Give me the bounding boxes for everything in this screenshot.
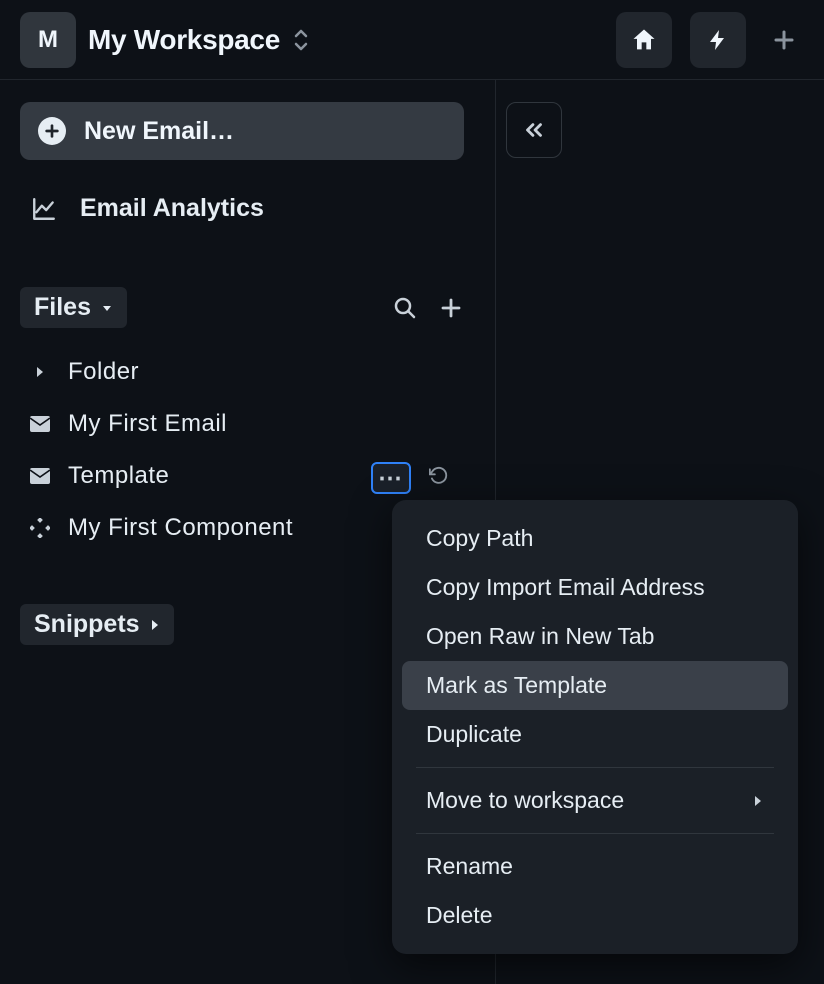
file-item-label: Folder	[68, 358, 139, 386]
collapse-sidebar-button[interactable]	[506, 102, 562, 158]
search-icon	[393, 296, 417, 320]
home-icon	[630, 26, 658, 54]
files-toggle[interactable]: Files	[20, 287, 127, 328]
files-label: Files	[34, 293, 91, 322]
add-button[interactable]	[764, 20, 804, 60]
plus-icon	[439, 296, 463, 320]
analytics-label: Email Analytics	[80, 194, 264, 223]
snippets-toggle[interactable]: Snippets	[20, 604, 174, 645]
ctx-label: Open Raw in New Tab	[426, 623, 654, 650]
topbar: M My Workspace	[0, 0, 824, 80]
workspace-name: My Workspace	[88, 24, 280, 56]
file-item-label: My First Email	[68, 410, 227, 438]
file-item-label: Template	[68, 462, 169, 490]
caret-down-icon	[101, 302, 113, 314]
files-header: Files	[20, 287, 475, 328]
workspace-badge: M	[20, 12, 76, 68]
caret-right-icon	[752, 794, 764, 808]
ctx-label: Delete	[426, 902, 492, 929]
file-item-label: My First Component	[68, 514, 293, 542]
ctx-label: Copy Path	[426, 525, 533, 552]
ctx-label: Mark as Template	[426, 672, 607, 699]
chevron-double-left-icon	[521, 117, 547, 143]
analytics-icon	[30, 196, 58, 222]
topbar-actions	[616, 12, 804, 68]
plus-circle-icon	[38, 117, 66, 145]
ctx-separator	[416, 767, 774, 768]
ctx-copy-import-email[interactable]: Copy Import Email Address	[402, 563, 788, 612]
ctx-delete[interactable]: Delete	[402, 891, 788, 940]
ctx-duplicate[interactable]: Duplicate	[402, 710, 788, 759]
caret-right-icon	[28, 365, 52, 379]
email-analytics-nav[interactable]: Email Analytics	[20, 180, 475, 237]
ctx-mark-as-template[interactable]: Mark as Template	[402, 661, 788, 710]
ellipsis-icon: ⋯	[378, 464, 404, 493]
files-search-button[interactable]	[393, 296, 417, 320]
file-item-template[interactable]: Template ⋯	[20, 450, 475, 502]
files-actions	[393, 296, 463, 320]
ctx-label: Copy Import Email Address	[426, 574, 705, 601]
file-item-email[interactable]: My First Email	[20, 398, 475, 450]
ctx-open-raw[interactable]: Open Raw in New Tab	[402, 612, 788, 661]
ctx-copy-path[interactable]: Copy Path	[402, 514, 788, 563]
email-icon	[28, 416, 52, 432]
refresh-icon[interactable]	[429, 466, 449, 486]
new-email-label: New Email…	[84, 117, 234, 146]
workspace-selector[interactable]: M My Workspace	[20, 12, 310, 68]
new-email-button[interactable]: New Email…	[20, 102, 464, 160]
bolt-button[interactable]	[690, 12, 746, 68]
caret-right-icon	[150, 619, 160, 631]
home-button[interactable]	[616, 12, 672, 68]
file-item-folder[interactable]: Folder	[20, 346, 475, 398]
component-icon	[28, 518, 52, 538]
ctx-rename[interactable]: Rename	[402, 842, 788, 891]
context-menu: Copy Path Copy Import Email Address Open…	[392, 500, 798, 954]
ctx-label: Move to workspace	[426, 787, 624, 814]
email-icon	[28, 468, 52, 484]
ctx-move-to-workspace[interactable]: Move to workspace	[402, 776, 788, 825]
files-add-button[interactable]	[439, 296, 463, 320]
chevron-updown-icon	[292, 28, 310, 52]
plus-icon	[772, 28, 796, 52]
ctx-separator	[416, 833, 774, 834]
snippets-label: Snippets	[34, 610, 140, 639]
ctx-label: Duplicate	[426, 721, 522, 748]
ctx-label: Rename	[426, 853, 513, 880]
bolt-icon	[706, 26, 730, 54]
more-options-button[interactable]: ⋯	[371, 462, 411, 494]
